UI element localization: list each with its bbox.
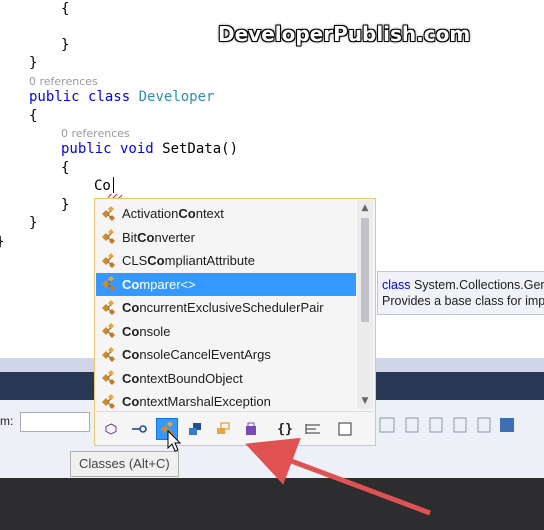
label-prefix: Activation	[122, 206, 179, 221]
code-brace: {	[61, 1, 70, 17]
label-match: Co	[122, 276, 140, 292]
completion-filter-bar: {}	[96, 411, 374, 445]
square-icon[interactable]	[334, 418, 356, 440]
status-bar	[0, 478, 544, 530]
class-icon	[100, 276, 118, 292]
completion-item[interactable]: ConcurrentExclusiveSchedulerPair	[96, 296, 356, 319]
braces-icon[interactable]: {}	[274, 418, 296, 440]
label-match: Co	[178, 206, 196, 221]
text-caret	[113, 177, 114, 193]
enum-icon[interactable]	[212, 418, 234, 440]
class-icon	[100, 205, 118, 222]
completion-item[interactable]: BitConverter	[96, 226, 356, 249]
label-suffix: nsole	[139, 323, 171, 339]
label-match: Co	[137, 229, 155, 245]
class-icon	[100, 299, 118, 316]
class-icon	[100, 229, 118, 245]
label-match: Co	[122, 323, 140, 339]
code-brace: }	[0, 233, 4, 251]
toolbar-icons	[379, 417, 514, 433]
toolbar-input[interactable]	[20, 412, 90, 432]
class-declaration: public class Developer	[29, 88, 214, 106]
watermark: DeveloperPublish.com	[218, 22, 471, 46]
completion-scrollbar[interactable]: ▲ ▼	[357, 200, 373, 409]
completion-item-label: Console	[122, 324, 170, 339]
quick-info-tooltip: class System.Collections.Generic Provide…	[377, 271, 544, 315]
label-prefix: CLS	[122, 253, 148, 268]
label-match: Co	[147, 253, 165, 268]
completion-item[interactable]: ConsoleCancelEventArgs	[96, 343, 356, 366]
label-suffix: ntext	[195, 206, 224, 221]
toolbar-button-icon	[477, 417, 491, 433]
code-brace: }	[29, 215, 38, 231]
completion-item[interactable]: CLSCompliantAttribute	[96, 249, 356, 272]
completion-item-label: ContextMarshalException	[122, 394, 271, 409]
completion-item[interactable]: ActivationContext	[96, 202, 356, 225]
code-brace: {	[29, 108, 38, 124]
completion-item[interactable]: Console	[96, 320, 356, 343]
keyword: public class	[29, 89, 131, 105]
key-icon[interactable]	[128, 418, 150, 440]
class-icon	[100, 393, 118, 410]
toolbar-button-icon	[500, 418, 514, 432]
toolbar-button-icon	[429, 417, 443, 433]
label-match: Co	[122, 370, 140, 386]
toolbar-label: m:	[0, 414, 14, 428]
completion-item-label: ConcurrentExclusiveSchedulerPair	[122, 300, 324, 315]
code-brace: }	[61, 37, 70, 53]
tooltip-type: System.Collections.Generic	[413, 278, 544, 292]
delegate-icon[interactable]	[240, 418, 262, 440]
filter-tooltip: Classes (Alt+C)	[70, 451, 179, 477]
completion-item-label: CLSCompliantAttribute	[122, 253, 255, 268]
completion-item-label: BitConverter	[122, 230, 195, 245]
label-match: Co	[122, 347, 140, 362]
label-suffix: mparer<>	[139, 276, 196, 292]
code-brace: {	[61, 160, 70, 176]
typed-text: Co	[94, 178, 111, 194]
list-icon[interactable]	[302, 418, 324, 440]
mouse-cursor-icon	[167, 430, 182, 452]
toolbar-button-icon	[379, 417, 395, 433]
label-suffix: nsoleCancelEventArgs	[139, 347, 271, 362]
class-icon	[100, 346, 118, 363]
tooltip-description: Provides a base class for implementation…	[382, 294, 544, 308]
references-lens[interactable]: 0 references	[61, 127, 130, 140]
struct-icon[interactable]	[184, 418, 206, 440]
completion-item-label: ContextBoundObject	[122, 371, 243, 386]
label-suffix: nverter	[154, 229, 195, 245]
toolbar-button-icon	[453, 417, 467, 433]
keyword: public void	[61, 141, 154, 157]
class-name: Developer	[138, 89, 215, 105]
references-lens[interactable]: 0 references	[29, 75, 98, 88]
completion-item[interactable]: ContextMarshalException	[96, 390, 356, 413]
completion-item[interactable]: ContextBoundObject	[96, 367, 356, 390]
tooltip-keyword: class	[382, 278, 411, 292]
completion-item-label: ConsoleCancelEventArgs	[122, 347, 271, 362]
completion-item[interactable]: Comparer<>	[96, 272, 356, 296]
completion-item-label: Comparer<>	[122, 277, 196, 292]
scroll-thumb[interactable]	[361, 218, 369, 322]
cube-icon[interactable]	[100, 418, 122, 440]
label-suffix: ntextMarshalException	[139, 394, 271, 409]
toolbar-button-icon	[405, 417, 419, 433]
scroll-up-arrow-icon[interactable]: ▲	[357, 200, 373, 216]
label-suffix: ntextBoundObject	[139, 370, 243, 386]
code-brace: }	[29, 55, 38, 71]
label-suffix: ncurrentExclusiveSchedulerPair	[139, 300, 324, 315]
completion-item-label: ActivationContext	[122, 206, 224, 221]
code-brace: }	[61, 197, 70, 213]
label-match: Co	[122, 394, 140, 409]
class-icon	[100, 370, 118, 386]
scroll-down-arrow-icon[interactable]: ▼	[357, 393, 373, 409]
method-signature: SetData()	[153, 141, 239, 157]
label-suffix: mpliantAttribute	[164, 253, 255, 268]
label-match: Co	[122, 300, 140, 315]
completion-list[interactable]: ActivationContext BitConverter CLSComplian…	[94, 198, 376, 446]
class-icon	[100, 323, 118, 339]
class-icon	[100, 252, 118, 269]
method-declaration: public void SetData()	[61, 140, 238, 158]
label-prefix: Bit	[122, 229, 138, 245]
